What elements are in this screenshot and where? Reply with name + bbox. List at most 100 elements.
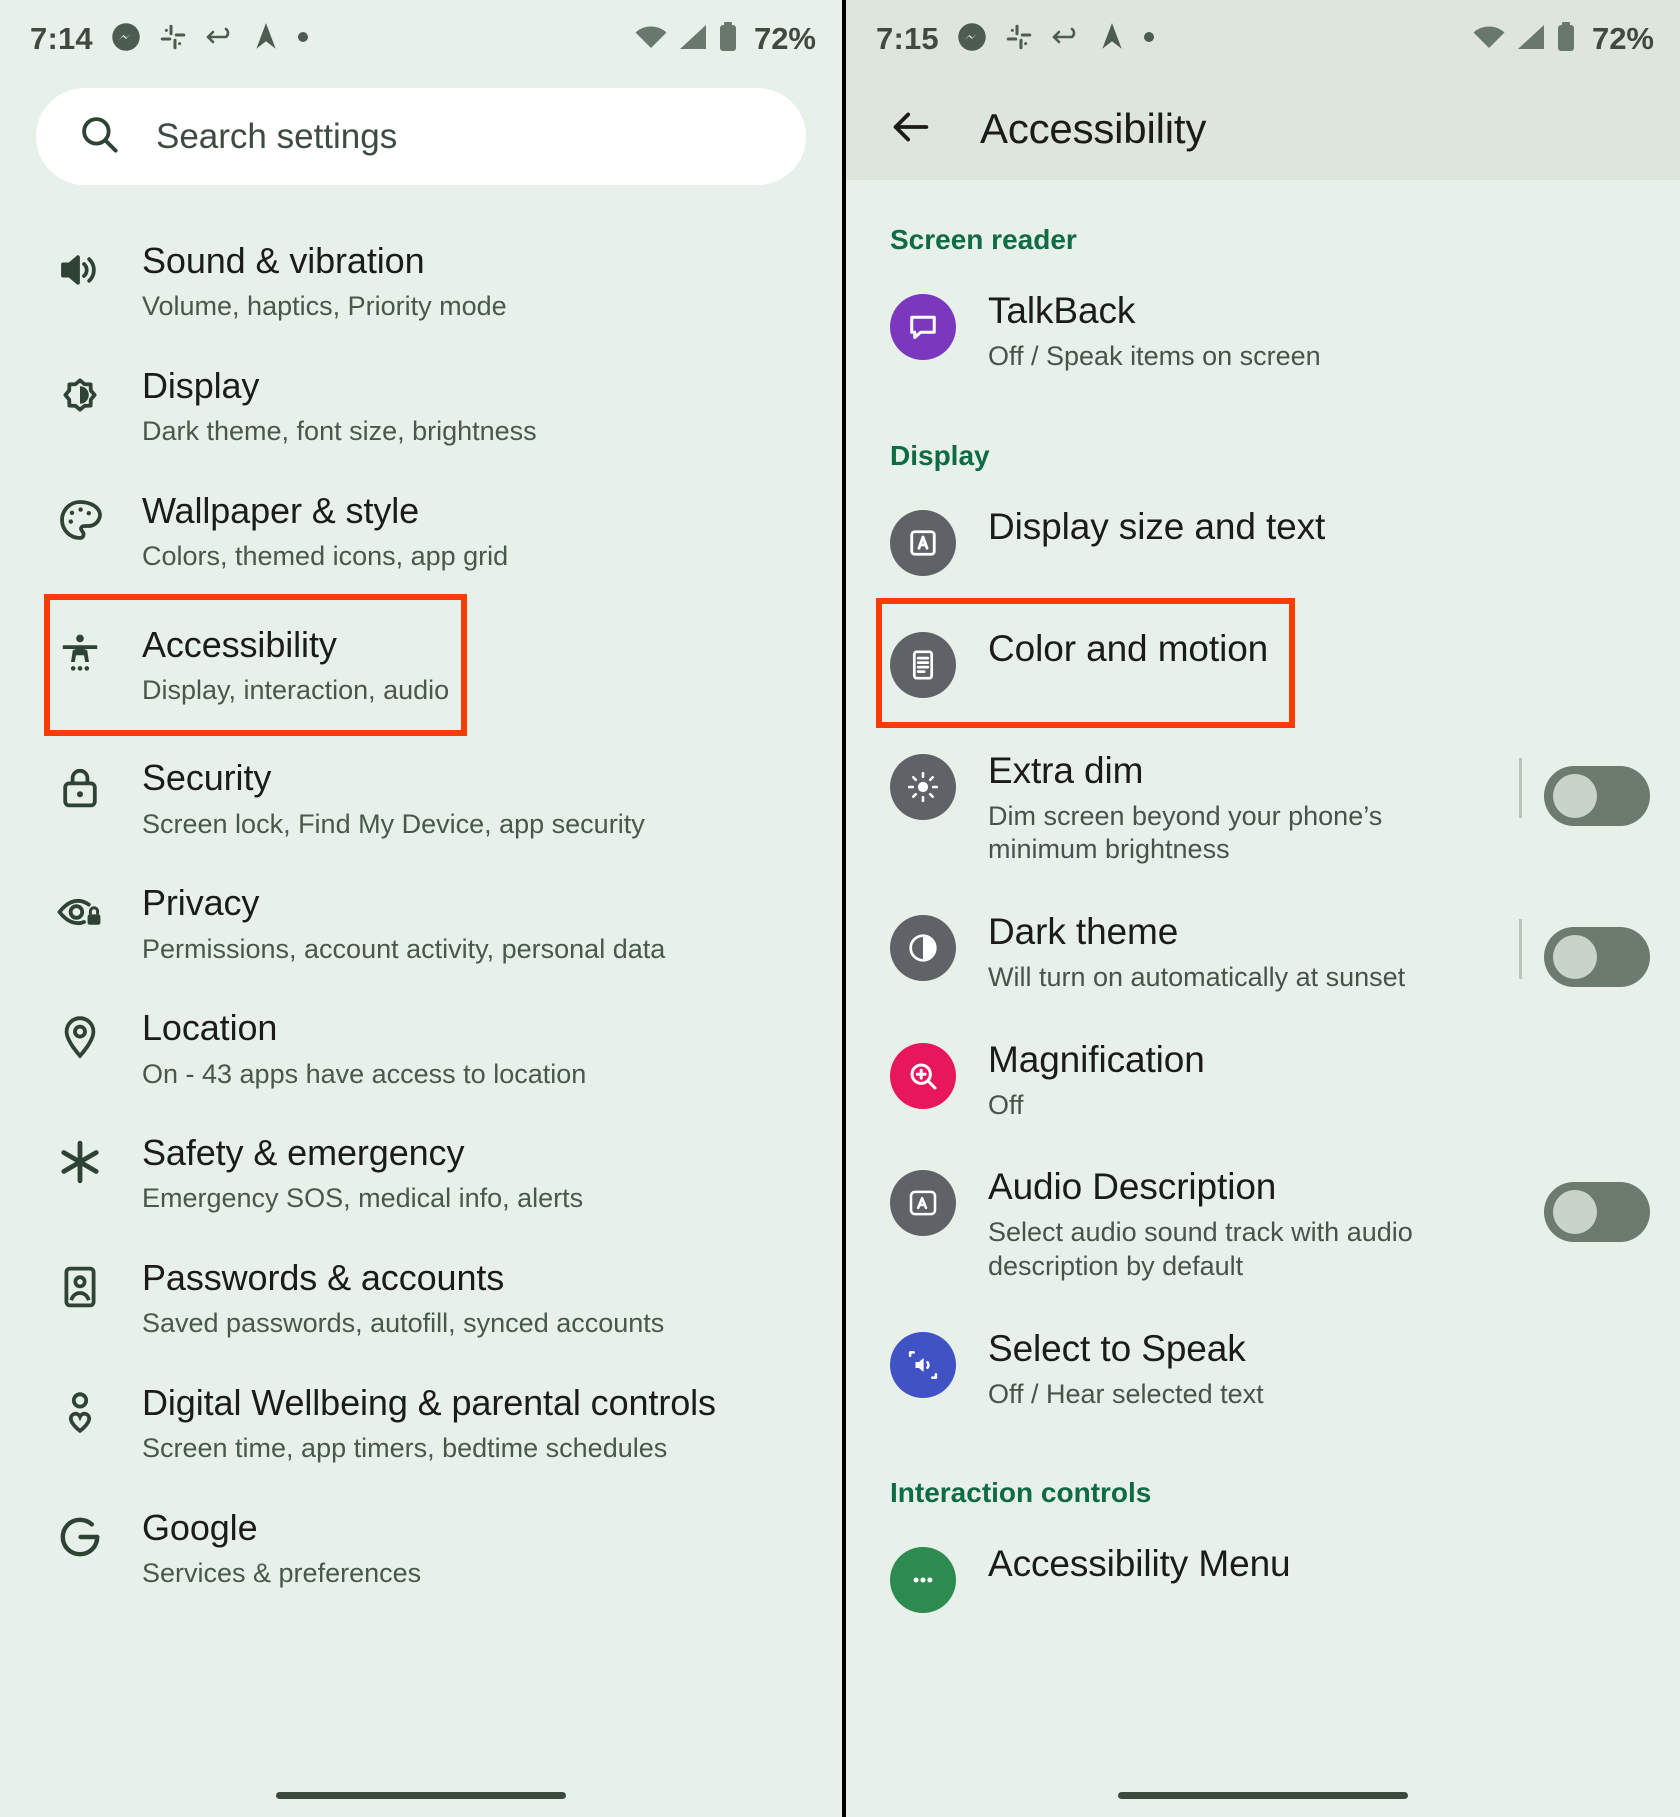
google-g-icon xyxy=(56,1507,116,1561)
row-title: Select to Speak xyxy=(988,1327,1246,1369)
row-subtitle: Saved passwords, autofill, synced accoun… xyxy=(142,1308,665,1339)
row-title: Display xyxy=(142,364,260,406)
settings-row-text: Accessibility Display, interaction, audi… xyxy=(116,624,449,707)
accessibility-row-audio-description[interactable]: Audio Description Select audio sound tra… xyxy=(846,1144,1680,1305)
navigation-icon xyxy=(253,22,279,57)
settings-row-text: Google Services & preferences xyxy=(116,1507,421,1590)
accessibility-row-select-to-speak[interactable]: Select to Speak Off / Hear selected text xyxy=(846,1306,1680,1434)
battery-icon xyxy=(1556,21,1576,57)
arrow-loop-icon xyxy=(1051,26,1081,53)
status-bar-left-group: 7:14 xyxy=(30,21,309,57)
dark-theme-toggle[interactable] xyxy=(1544,927,1650,988)
row-text: Audio Description Select audio sound tra… xyxy=(956,1166,1544,1283)
row-text: Dark theme Will turn on automatically at… xyxy=(956,911,1519,995)
row-subtitle: Dark theme, font size, brightness xyxy=(142,416,537,447)
settings-row-text: Sound & vibration Volume, haptics, Prior… xyxy=(116,240,507,323)
settings-row-wellbeing[interactable]: Digital Wellbeing & parental controls Sc… xyxy=(0,1361,842,1486)
wifi-icon xyxy=(634,24,668,55)
app-bar: Accessibility xyxy=(846,78,1680,180)
toggle-knob xyxy=(1553,773,1597,818)
toggle-wrap xyxy=(1519,911,1650,988)
search-placeholder: Search settings xyxy=(156,116,398,156)
settings-row-accessibility[interactable]: Accessibility Display, interaction, audi… xyxy=(0,593,842,737)
row-subtitle: Screen time, app timers, bedtime schedul… xyxy=(142,1433,668,1464)
dot-icon xyxy=(1143,30,1155,48)
settings-row-google[interactable]: Google Services & preferences xyxy=(0,1486,842,1611)
display-icon xyxy=(56,365,116,419)
accessibility-row-magnification[interactable]: Magnification Off xyxy=(846,1017,1680,1145)
wellbeing-icon xyxy=(56,1382,116,1436)
accessibility-row-talkback[interactable]: TalkBack Off / Speak items on screen xyxy=(846,268,1680,396)
status-bar-right-group: 72% xyxy=(634,21,816,57)
accessibility-row-dark-theme[interactable]: Dark theme Will turn on automatically at… xyxy=(846,889,1680,1017)
messenger-icon xyxy=(111,22,141,57)
color-motion-icon xyxy=(890,631,956,698)
emergency-icon xyxy=(56,1132,116,1186)
accessibility-row-color-and-motion[interactable]: Color and motion xyxy=(846,597,1680,728)
extra-dim-toggle[interactable] xyxy=(1544,765,1650,826)
settings-row-wallpaper[interactable]: Wallpaper & style Colors, themed icons, … xyxy=(0,469,842,594)
extra-dim-icon xyxy=(890,753,956,820)
row-title: Accessibility xyxy=(142,623,337,665)
settings-row-text: Passwords & accounts Saved passwords, au… xyxy=(116,1257,664,1340)
settings-row-passwords[interactable]: Passwords & accounts Saved passwords, au… xyxy=(0,1236,842,1361)
settings-row-security[interactable]: Security Screen lock, Find My Device, ap… xyxy=(0,736,842,861)
page-title: Accessibility xyxy=(980,105,1207,152)
row-subtitle: Will turn on automatically at sunset xyxy=(988,961,1406,992)
row-title: Safety & emergency xyxy=(142,1132,465,1174)
settings-row-privacy[interactable]: Privacy Permissions, account activity, p… xyxy=(0,861,842,986)
select-to-speak-icon xyxy=(890,1331,956,1398)
row-text: TalkBack Off / Speak items on screen xyxy=(956,290,1650,374)
status-time: 7:15 xyxy=(876,21,939,56)
row-text: Magnification Off xyxy=(956,1039,1650,1123)
row-subtitle: Off / Hear selected text xyxy=(988,1378,1264,1409)
row-title: Extra dim xyxy=(988,749,1144,791)
row-title: Audio Description xyxy=(988,1166,1277,1208)
settings-row-text: Digital Wellbeing & parental controls Sc… xyxy=(116,1382,716,1465)
settings-list: Sound & vibration Volume, haptics, Prior… xyxy=(0,185,842,1610)
search-input[interactable]: Search settings xyxy=(36,88,806,185)
row-divider xyxy=(1519,757,1522,818)
slack-icon xyxy=(1005,23,1033,56)
row-title: Color and motion xyxy=(988,627,1269,669)
signal-icon xyxy=(678,24,708,55)
row-subtitle: Off xyxy=(988,1089,1024,1120)
settings-row-safety[interactable]: Safety & emergency Emergency SOS, medica… xyxy=(0,1111,842,1236)
audio-description-toggle[interactable] xyxy=(1544,1182,1650,1243)
toggle-wrap xyxy=(1544,1166,1650,1243)
settings-row-text: Location On - 43 apps have access to loc… xyxy=(116,1007,586,1090)
dot-icon xyxy=(297,30,309,48)
row-title: Wallpaper & style xyxy=(142,489,420,531)
row-subtitle: Volume, haptics, Priority mode xyxy=(142,291,507,322)
status-bar-right-group: 72% xyxy=(1472,21,1654,57)
accessibility-row-accessibility-menu[interactable]: Accessibility Menu xyxy=(846,1521,1680,1635)
row-text: Extra dim Dim screen beyond your phone’s… xyxy=(956,750,1519,867)
battery-icon xyxy=(718,21,738,57)
settings-row-display[interactable]: Display Dark theme, font size, brightnes… xyxy=(0,344,842,469)
status-time: 7:14 xyxy=(30,21,93,56)
accessibility-row-extra-dim[interactable]: Extra dim Dim screen beyond your phone’s… xyxy=(846,728,1680,889)
navigation-handle-right[interactable] xyxy=(1118,1792,1408,1799)
navigation-handle-left[interactable] xyxy=(276,1792,566,1799)
row-title: Security xyxy=(142,757,272,799)
settings-row-sound[interactable]: Sound & vibration Volume, haptics, Prior… xyxy=(0,219,842,344)
row-title: Digital Wellbeing & parental controls xyxy=(142,1381,716,1423)
dark-theme-icon xyxy=(890,915,956,982)
slack-icon xyxy=(159,23,187,56)
accessibility-row-display-size[interactable]: Display size and text xyxy=(846,484,1680,598)
lock-icon xyxy=(56,757,116,811)
row-title: Magnification xyxy=(988,1038,1205,1080)
row-subtitle: Services & preferences xyxy=(142,1558,422,1589)
status-bar-left: 7:14 72% xyxy=(0,0,842,78)
row-title: TalkBack xyxy=(988,290,1136,331)
row-text: Display size and text xyxy=(956,506,1650,549)
row-subtitle: Dim screen beyond your phone’s minimum b… xyxy=(988,800,1383,865)
accessibility-menu-icon xyxy=(890,1547,956,1614)
section-header-screen-reader: Screen reader xyxy=(890,224,1077,255)
row-text: Accessibility Menu xyxy=(956,1543,1650,1586)
row-subtitle: Select audio sound track with audio desc… xyxy=(988,1217,1413,1282)
status-bar-left-group: 7:15 xyxy=(876,21,1155,57)
back-arrow-icon[interactable] xyxy=(888,104,934,155)
row-title: Location xyxy=(142,1007,278,1049)
settings-row-location[interactable]: Location On - 43 apps have access to loc… xyxy=(0,986,842,1111)
